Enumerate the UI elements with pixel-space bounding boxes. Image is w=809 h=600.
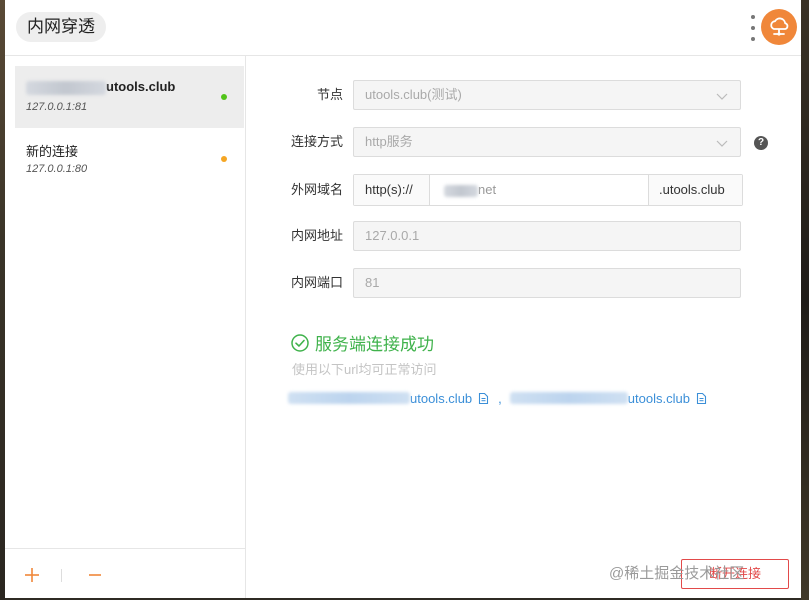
node-label: 节点 [316,87,343,102]
access-url-1-suffix: utools.club [410,390,473,406]
connection-name: utools.club [26,79,175,95]
app-title: 内网穿透 [16,12,106,42]
domain-label: 外网域名 [290,182,343,197]
check-circle-icon [291,333,309,352]
method-label: 连接方式 [290,134,343,149]
internal-port-label: 内网端口 [290,275,343,290]
connection-address: 127.0.0.1:81 [26,101,88,113]
kebab-menu-icon[interactable] [749,15,757,41]
connection-status: 服务端连接成功 [291,330,434,355]
internal-address-label: 内网地址 [290,228,343,243]
status-dot-pending [221,156,227,162]
connection-name-suffix: utools.club [106,79,176,94]
domain-input-group: http(s):// net .utools.club [353,174,743,206]
redacted-url [509,392,628,404]
cloud-logo-icon[interactable] [761,9,797,45]
watermark: @稀土掘金技术社区 [609,565,745,582]
connection-sidebar: utools.club 127.0.0.1:81 新的连接 127.0.0.1:… [5,56,246,598]
copy-icon[interactable] [696,392,707,405]
connection-item-2[interactable]: 新的连接 127.0.0.1:80 [15,128,244,190]
domain-input-suffix: net [478,182,497,197]
connection-name: 新的连接 [26,144,79,159]
help-icon[interactable]: ? [754,136,768,150]
method-select-value: http服务 [365,134,413,149]
access-url-1[interactable]: utools.club [288,391,489,406]
status-dot-online [221,94,227,100]
access-url-2-suffix: utools.club [627,390,690,406]
chevron-down-icon [716,93,728,100]
url-hint: 使用以下url均可正常访问 [292,362,437,377]
footer-divider [61,569,62,582]
node-select-value: utools.club(测试) [365,87,462,102]
minus-icon[interactable] [87,567,103,583]
app-header: 内网穿透 [5,0,801,56]
node-select[interactable]: utools.club(测试) [353,80,741,110]
domain-input[interactable]: net [430,175,648,205]
connection-item-1[interactable]: utools.club 127.0.0.1:81 [15,66,244,128]
internal-port-input[interactable]: 81 [353,268,741,298]
redacted-url [288,392,410,404]
sidebar-footer [5,548,245,598]
desktop-background-right [801,0,809,600]
success-message: 服务端连接成功 [315,335,434,354]
connection-settings-panel: 节点 utools.club(测试) 连接方式 http服务 ? 外网域名 ht… [246,56,801,598]
domain-prefix: http(s):// [354,175,430,205]
url-separator: , [498,390,502,406]
plus-icon[interactable] [24,567,40,583]
method-select[interactable]: http服务 [353,127,741,157]
domain-suffix: .utools.club [648,175,742,205]
redacted-domain [444,184,478,197]
copy-icon[interactable] [478,392,489,405]
chevron-down-icon [716,140,728,147]
access-urls: utools.club , utools.club [288,389,707,407]
connection-address: 127.0.0.1:80 [26,163,88,175]
redacted-subdomain [26,80,106,95]
app-window: 内网穿透 utools.club 127.0.0.1:81 新的连接 127.0… [5,0,801,598]
access-url-2[interactable]: utools.club [509,390,707,406]
internal-address-input[interactable]: 127.0.0.1 [353,221,741,251]
